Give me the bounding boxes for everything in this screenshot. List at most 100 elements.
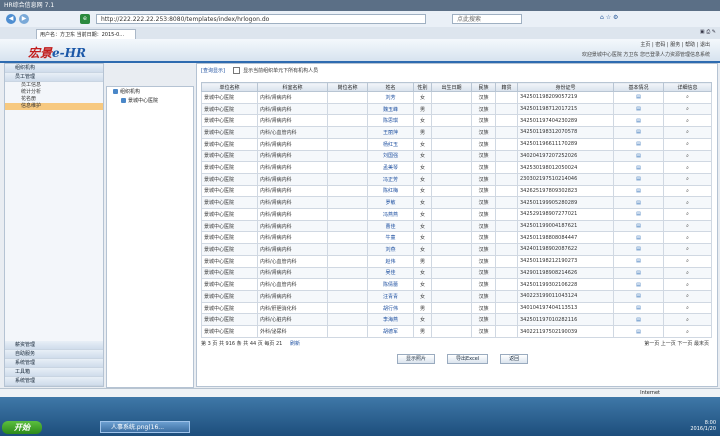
clock-date[interactable]: 2016/1/20 [690, 426, 716, 432]
header-link-password[interactable]: 密码 [655, 42, 665, 48]
table-row[interactable]: 景城中心医院 内科/肾病内科 陈思琪女 汉族 342501197404230289 ▤ ⌕ [201, 114, 712, 128]
table-row[interactable]: 景城中心医院 内科/肝胆消化科 胡行伟男 汉族 340104197404113513 ▤ ⌕ [201, 301, 712, 315]
edit-icon[interactable]: ▤ [613, 254, 664, 268]
print-icon[interactable]: ⎙ [706, 29, 710, 35]
search-icon[interactable]: ⌕ [663, 102, 712, 116]
search-icon[interactable]: ⌕ [663, 91, 712, 104]
search-icon[interactable]: ⌕ [663, 243, 712, 256]
search-icon[interactable]: ⌕ [663, 231, 712, 245]
gear-icon[interactable]: ⚙ [613, 14, 618, 21]
back-button[interactable]: 返回 [500, 354, 529, 364]
sidebar-item-staff[interactable]: 员工管理 [5, 73, 103, 82]
table-cell[interactable]: 罗敏 [367, 196, 414, 210]
show-photo-button[interactable]: 显示照片 [397, 354, 436, 364]
table-cell[interactable]: 牛童 [367, 231, 414, 245]
table-cell[interactable]: 胡行伟 [367, 301, 414, 315]
table-cell[interactable]: 王丽萍 [367, 126, 414, 139]
edit-icon[interactable]: ▤ [613, 91, 664, 104]
table-cell[interactable]: 杨红玉 [367, 137, 414, 151]
search-icon[interactable]: ⌕ [663, 313, 712, 327]
url-input[interactable]: http://222.222.22.253:8080/templates/ind… [96, 14, 426, 24]
header-link-service[interactable]: 服务 [670, 42, 680, 48]
search-icon[interactable]: ⌕ [663, 172, 712, 186]
table-row[interactable]: 景城中心医院 内科/肾病内科 杨红玉女 汉族 342501196611170289 ▤ ⌕ [201, 137, 712, 151]
search-icon[interactable]: ⌕ [663, 266, 712, 280]
edit-icon[interactable]: ▤ [613, 126, 664, 139]
start-button[interactable]: 开始 [2, 421, 42, 434]
tools-icon[interactable]: ✎ [712, 29, 716, 35]
table-row[interactable]: 景城中心医院 内科/肾病内科 孟美琴女 汉族 342530198012050024 ▤ ⌕ [201, 161, 712, 174]
search-icon[interactable]: ⌕ [663, 126, 712, 139]
search-icon[interactable]: ⌕ [663, 161, 712, 174]
search-icon[interactable]: ⌕ [663, 301, 712, 315]
table-row[interactable]: 景城中心医院 内科/肾病内科 冯燕燕女 汉族 342529198907277021 ▤ ⌕ [201, 208, 712, 221]
tab-active[interactable]: 用户名：方卫东 当前日期：2015-0... [36, 29, 136, 39]
export-excel-button[interactable]: 导出Excel [446, 354, 489, 364]
edit-icon[interactable]: ▤ [613, 161, 664, 174]
table-cell[interactable]: 陈红梅 [367, 184, 414, 198]
favorites-icon[interactable]: ☆ [606, 14, 611, 21]
table-cell[interactable]: 曹佳 [367, 219, 414, 233]
pager-nav[interactable]: 第一页 上一页 下一页 最末页 [644, 340, 709, 347]
table-row[interactable]: 景城中心医院 内科/肾病内科 魏玉峰男 汉族 342501198712017215 ▤ ⌕ [201, 102, 712, 116]
edit-icon[interactable]: ▤ [613, 102, 664, 116]
col-basic[interactable]: 基本情况 [613, 82, 664, 92]
table-row[interactable]: 景城中心医院 内科/肾病内科 刘芳女 汉族 342501198209057219 ▤ ⌕ [201, 91, 712, 104]
search-icon[interactable]: ⌕ [663, 219, 712, 233]
search-icon[interactable]: ⌕ [663, 278, 712, 291]
table-cell[interactable]: 刘燕 [367, 243, 414, 256]
table-cell[interactable]: 冯燕燕 [367, 208, 414, 221]
table-cell[interactable]: 赵伟 [367, 254, 414, 268]
sidebar-item-salary[interactable]: 薪资管理 [5, 341, 103, 350]
table-row[interactable]: 景城中心医院 内科/肾病内科 冯正芳女 汉族 230302197510214046 ▤ ⌕ [201, 172, 712, 186]
col-post[interactable]: 岗位名称 [327, 82, 368, 92]
table-row[interactable]: 景城中心医院 内科/心血管内科 陈倩蕾女 汉族 342501199302106228 ▤ ⌕ [201, 278, 712, 291]
edit-icon[interactable]: ▤ [613, 137, 664, 151]
col-gender[interactable]: 性别 [413, 82, 432, 92]
back-icon[interactable]: ◀ [6, 14, 16, 24]
page-icon[interactable]: ▣ [700, 29, 705, 35]
table-cell[interactable]: 刘芳 [367, 91, 414, 104]
table-cell[interactable]: 胡德军 [367, 325, 414, 338]
table-cell[interactable]: 李海燕 [367, 313, 414, 327]
edit-icon[interactable]: ▤ [613, 114, 664, 128]
search-input[interactable]: 点此搜索 [452, 14, 522, 24]
table-row[interactable]: 景城中心医院 内科/肾病内科 曹佳女 汉族 342501199004187621 ▤ ⌕ [201, 219, 712, 233]
edit-icon[interactable]: ▤ [613, 172, 664, 186]
col-idno[interactable]: 身份证号 [517, 82, 614, 92]
table-row[interactable]: 景城中心医院 内科/肾病内科 刘燕女 汉族 342401198902087622 ▤ ⌕ [201, 243, 712, 256]
edit-icon[interactable]: ▤ [613, 208, 664, 221]
search-icon[interactable]: ⌕ [663, 208, 712, 221]
search-icon[interactable]: ⌕ [663, 137, 712, 151]
table-cell[interactable]: 吴佳 [367, 266, 414, 280]
table-cell[interactable]: 孟美琴 [367, 161, 414, 174]
col-birth[interactable]: 出生日期 [431, 82, 472, 92]
edit-icon[interactable]: ▤ [613, 231, 664, 245]
table-row[interactable]: 景城中心医院 内科/心血管内科 王丽萍男 汉族 342501198312070578 ▤ ⌕ [201, 126, 712, 139]
edit-icon[interactable]: ▤ [613, 278, 664, 291]
search-icon[interactable]: ⌕ [663, 184, 712, 198]
edit-icon[interactable]: ▤ [613, 301, 664, 315]
header-link-home[interactable]: 主页 [640, 42, 650, 48]
edit-icon[interactable]: ▤ [613, 219, 664, 233]
sidebar-item-selfservice[interactable]: 自助服务 [5, 350, 103, 359]
header-link-help[interactable]: 帮助 [685, 42, 695, 48]
col-name[interactable]: 姓名 [367, 82, 414, 92]
taskbar-item[interactable]: 人事系统.png(16... [100, 421, 190, 433]
show-all-checkbox[interactable] [232, 67, 240, 74]
table-row[interactable]: 景城中心医院 内科/肾病内科 牛童女 汉族 342501198808084447 ▤ ⌕ [201, 231, 712, 245]
search-icon[interactable]: ⌕ [663, 149, 712, 163]
edit-icon[interactable]: ▤ [613, 289, 664, 303]
table-cell[interactable]: 魏玉峰 [367, 102, 414, 116]
table-cell[interactable]: 刘国强 [367, 149, 414, 163]
sidebar-sub-stats[interactable]: 统计分析 [5, 89, 103, 96]
edit-icon[interactable]: ▤ [613, 149, 664, 163]
edit-icon[interactable]: ▤ [613, 313, 664, 327]
sidebar-item-system-mgmt[interactable]: 系统管理 [5, 377, 103, 386]
tree-child[interactable]: 景城中心医院 [107, 96, 193, 105]
home-icon[interactable]: ⌂ [600, 14, 604, 21]
forward-icon[interactable]: ▶ [19, 14, 29, 24]
search-icon[interactable]: ⌕ [663, 196, 712, 210]
tree-root[interactable]: 组织机构 [107, 87, 193, 96]
sidebar-item-system[interactable]: 系统管理 [5, 359, 103, 368]
